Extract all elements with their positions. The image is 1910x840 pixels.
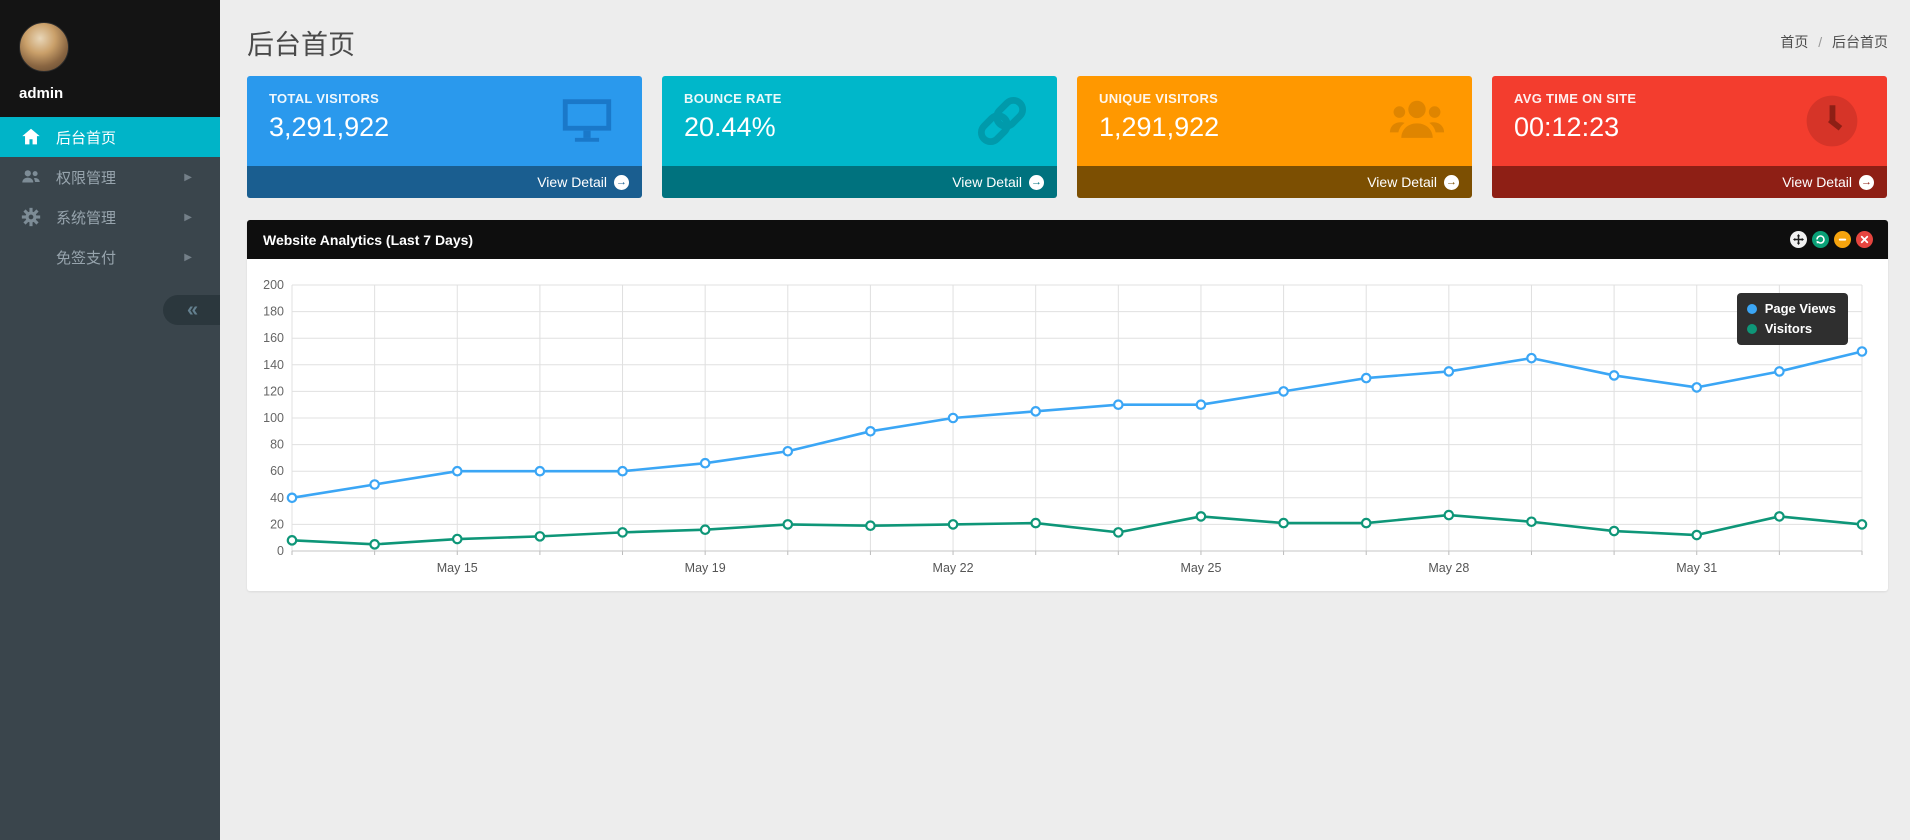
svg-text:180: 180 xyxy=(263,305,284,319)
page-header: 后台首页 首页 / 后台首页 xyxy=(247,22,1888,62)
view-detail-link[interactable]: View Detail → xyxy=(1492,166,1887,198)
group-icon xyxy=(1388,92,1446,150)
arrow-circle-icon: → xyxy=(1859,175,1874,190)
sidebar-item-label: 免签支付 xyxy=(56,247,116,268)
sidebar-collapse-button[interactable]: « xyxy=(163,295,220,325)
stat-cards-row: TOTAL VISITORS 3,291,922 View Detail → B… xyxy=(247,76,1888,198)
legend-dot xyxy=(1747,304,1757,314)
analytics-panel-header: Website Analytics (Last 7 Days) xyxy=(247,220,1888,259)
users-icon xyxy=(20,166,42,188)
sidebar: admin 后台首页 权限管理 ▶ xyxy=(0,0,220,840)
stat-card-unique-visitors: UNIQUE VISITORS 1,291,922 View Detail → xyxy=(1077,76,1472,198)
breadcrumb-home-link[interactable]: 首页 xyxy=(1780,34,1808,50)
gear-icon xyxy=(20,206,42,228)
home-icon xyxy=(20,126,42,148)
svg-text:100: 100 xyxy=(263,411,284,425)
view-detail-label: View Detail xyxy=(537,174,607,190)
view-detail-label: View Detail xyxy=(1367,174,1437,190)
user-avatar[interactable] xyxy=(19,22,69,72)
monitor-icon xyxy=(558,92,616,150)
svg-text:20: 20 xyxy=(270,517,284,531)
svg-text:0: 0 xyxy=(277,544,284,558)
chevron-right-icon: ▶ xyxy=(184,172,192,183)
stat-card-total-visitors: TOTAL VISITORS 3,291,922 View Detail → xyxy=(247,76,642,198)
legend-label: Visitors xyxy=(1765,321,1812,336)
collapse-icon[interactable] xyxy=(1834,231,1851,248)
double-chevron-left-icon: « xyxy=(187,299,196,322)
svg-text:May 28: May 28 xyxy=(1428,561,1469,575)
panel-toolbar xyxy=(1790,231,1873,248)
close-icon[interactable] xyxy=(1856,231,1873,248)
view-detail-link[interactable]: View Detail → xyxy=(662,166,1057,198)
view-detail-label: View Detail xyxy=(952,174,1022,190)
svg-text:200: 200 xyxy=(263,278,284,292)
svg-text:May 19: May 19 xyxy=(685,561,726,575)
page-title: 后台首页 xyxy=(247,23,355,62)
line-chart: 0 20 40 60 80 100 120 140 160 180 200 May 15 May 19 M… xyxy=(247,259,1888,591)
legend-item-page-views[interactable]: Page Views xyxy=(1747,301,1836,316)
main-content: 后台首页 首页 / 后台首页 TOTAL VISITORS 3,291,922 … xyxy=(220,0,1910,591)
svg-text:May 22: May 22 xyxy=(933,561,974,575)
panel-title: Website Analytics (Last 7 Days) xyxy=(263,232,473,248)
arrow-circle-icon: → xyxy=(614,175,629,190)
sidebar-item-label: 权限管理 xyxy=(56,167,116,188)
svg-text:140: 140 xyxy=(263,358,284,372)
chevron-right-icon: ▶ xyxy=(184,252,192,263)
sidebar-item-system[interactable]: 系统管理 ▶ xyxy=(0,197,220,237)
sidebar-item-permissions[interactable]: 权限管理 ▶ xyxy=(0,157,220,197)
svg-text:May 25: May 25 xyxy=(1180,561,1221,575)
svg-text:160: 160 xyxy=(263,331,284,345)
refresh-icon[interactable] xyxy=(1812,231,1829,248)
legend-item-visitors[interactable]: Visitors xyxy=(1747,321,1836,336)
analytics-panel: Website Analytics (Last 7 Days) xyxy=(247,220,1888,591)
svg-text:40: 40 xyxy=(270,491,284,505)
link-icon xyxy=(973,92,1031,150)
chart-area: 0 20 40 60 80 100 120 140 160 180 200 May 15 May 19 M… xyxy=(247,259,1888,591)
view-detail-link[interactable]: View Detail → xyxy=(1077,166,1472,198)
stat-card-bounce-rate: BOUNCE RATE 20.44% View Detail → xyxy=(662,76,1057,198)
chevron-right-icon: ▶ xyxy=(184,212,192,223)
sidebar-menu: 后台首页 权限管理 ▶ xyxy=(0,117,220,277)
svg-text:80: 80 xyxy=(270,438,284,452)
user-profile: admin xyxy=(0,0,220,117)
breadcrumb-separator: / xyxy=(1818,34,1822,50)
breadcrumb-current: 后台首页 xyxy=(1832,34,1888,50)
username: admin xyxy=(19,85,220,102)
legend-dot xyxy=(1747,324,1757,334)
stat-card-avg-time: AVG TIME ON SITE 00:12:23 View Detail → xyxy=(1492,76,1887,198)
svg-text:May 15: May 15 xyxy=(437,561,478,575)
sidebar-item-dashboard[interactable]: 后台首页 xyxy=(0,117,220,157)
chart-legend: Page Views Visitors xyxy=(1737,293,1848,345)
view-detail-link[interactable]: View Detail → xyxy=(247,166,642,198)
arrow-circle-icon: → xyxy=(1444,175,1459,190)
svg-text:May 31: May 31 xyxy=(1676,561,1717,575)
view-detail-label: View Detail xyxy=(1782,174,1852,190)
clock-icon xyxy=(1803,92,1861,150)
sidebar-item-label: 后台首页 xyxy=(56,127,116,148)
sidebar-item-label: 系统管理 xyxy=(56,207,116,228)
breadcrumb: 首页 / 后台首页 xyxy=(1780,32,1888,52)
svg-text:60: 60 xyxy=(270,464,284,478)
legend-label: Page Views xyxy=(1765,301,1836,316)
arrow-circle-icon: → xyxy=(1029,175,1044,190)
expand-icon[interactable] xyxy=(1790,231,1807,248)
svg-text:120: 120 xyxy=(263,384,284,398)
sidebar-item-payment[interactable]: 免签支付 ▶ xyxy=(0,237,220,277)
